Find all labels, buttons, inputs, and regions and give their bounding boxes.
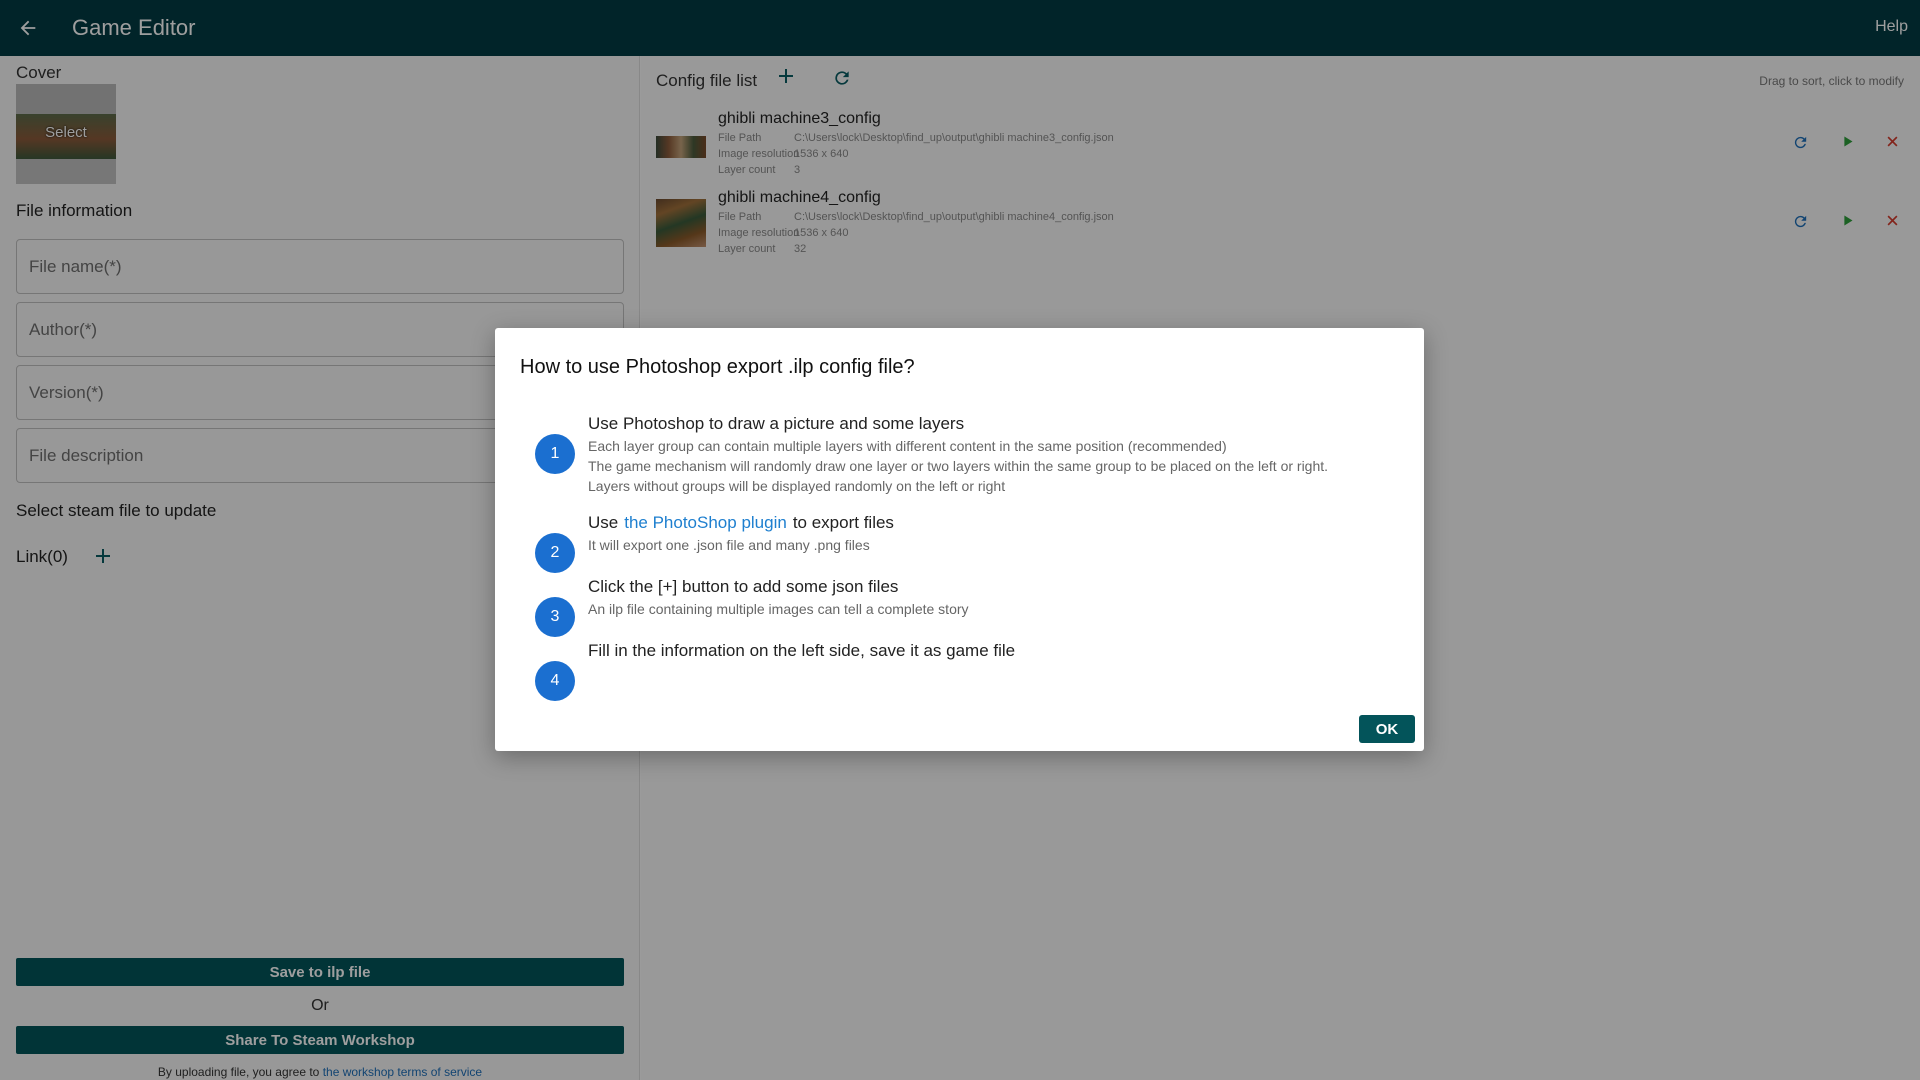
step-text: Fill in the information on the left side…: [588, 641, 1016, 660]
step-detail: Layers without groups will be displayed …: [588, 478, 1006, 494]
step-detail: An ilp file containing multiple images c…: [588, 601, 969, 617]
step-number: 4: [535, 661, 575, 701]
step-number: 3: [535, 597, 575, 637]
step-text-prefix: Use: [588, 513, 619, 532]
step-number: 2: [535, 533, 575, 573]
step-number: 1: [535, 434, 575, 474]
dialog-title: How to use Photoshop export .ilp config …: [520, 356, 915, 378]
step-detail: The game mechanism will randomly draw on…: [588, 458, 1329, 474]
help-dialog: How to use Photoshop export .ilp config …: [495, 328, 1424, 751]
ok-button[interactable]: OK: [1359, 715, 1415, 743]
step-detail: Each layer group can contain multiple la…: [588, 438, 1227, 454]
step-text-suffix: to export files: [792, 513, 894, 532]
step-text: Use the PhotoShop plugin to export files: [588, 513, 894, 533]
step-text: Use Photoshop to draw a picture and some…: [588, 414, 965, 433]
step-detail: It will export one .json file and many .…: [588, 537, 870, 553]
step-text: Click the [+] button to add some json fi…: [588, 577, 899, 596]
photoshop-plugin-link[interactable]: the PhotoShop plugin: [624, 513, 787, 532]
